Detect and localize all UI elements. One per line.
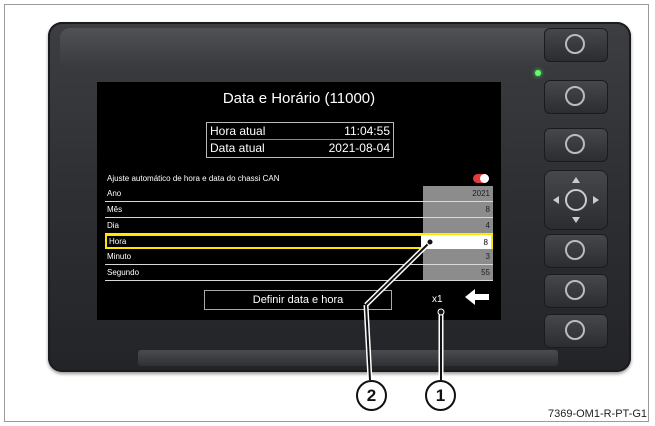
current-time-label: Hora atual	[210, 124, 266, 138]
circle-icon	[565, 34, 585, 54]
softkey-6[interactable]	[544, 314, 608, 348]
auto-adjust-toggle[interactable]	[473, 174, 489, 183]
field-label-segundo: Segundo	[107, 268, 140, 277]
current-date-value: 2021-08-04	[328, 141, 390, 155]
figure-reference: 7369-OM1-R-PT-G1	[547, 408, 647, 420]
auto-adjust-row[interactable]: Ajuste automático de hora e data do chas…	[105, 173, 493, 185]
field-row-segundo[interactable]: Segundo 55	[105, 265, 493, 281]
callout-1: 1	[425, 380, 456, 411]
auto-adjust-label: Ajuste automático de hora e data do chas…	[107, 174, 280, 183]
circle-icon	[565, 86, 585, 106]
current-time-row: Hora atual 11:04:55	[210, 123, 390, 140]
field-row-ano[interactable]: Ano 2021	[105, 186, 493, 202]
screen-title: Data e Horário (11000)	[222, 90, 376, 107]
current-time-box: Hora atual 11:04:55 Data atual 2021-08-0…	[206, 122, 394, 158]
field-label-hora: Hora	[109, 237, 127, 246]
circle-icon	[565, 280, 585, 300]
softkey-5[interactable]	[544, 274, 608, 308]
current-time-value: 11:04:55	[344, 124, 390, 138]
field-value-mes[interactable]: 8	[423, 202, 493, 217]
set-datetime-button[interactable]: Definir data e hora	[204, 290, 392, 310]
field-value-minuto[interactable]: 3	[423, 249, 493, 264]
softkey-2[interactable]	[544, 80, 608, 114]
display-screen: Data e Horário (11000) Hora atual 11:04:…	[97, 82, 501, 320]
toggle-knob	[480, 174, 489, 183]
circle-icon	[565, 240, 585, 260]
side-button-column	[520, 24, 628, 370]
field-row-mes[interactable]: Mês 8	[105, 202, 493, 218]
softkey-4[interactable]	[544, 234, 608, 268]
datetime-fields: Ano 2021 Mês 8 Dia 4 Hora 8 Minuto 3 Seg…	[105, 186, 493, 281]
current-date-label: Data atual	[210, 141, 265, 155]
bezel-shine	[60, 28, 560, 68]
callout-2: 2	[356, 380, 387, 411]
navigation-dpad[interactable]	[544, 170, 608, 230]
circle-icon	[565, 134, 585, 154]
field-value-dia[interactable]: 4	[423, 218, 493, 233]
field-label-ano: Ano	[107, 189, 122, 198]
softkey-3[interactable]	[544, 128, 608, 162]
field-row-dia[interactable]: Dia 4	[105, 218, 493, 234]
field-label-minuto: Minuto	[107, 252, 132, 261]
bezel-bottom-band	[138, 350, 558, 366]
field-row-hora[interactable]: Hora 8	[105, 234, 493, 250]
field-label-dia: Dia	[107, 221, 120, 230]
circle-icon	[565, 320, 585, 340]
arrow-left-icon[interactable]	[465, 289, 489, 305]
field-value-segundo[interactable]: 55	[423, 265, 493, 280]
field-row-minuto[interactable]: Minuto 3	[105, 249, 493, 265]
current-date-row: Data atual 2021-08-04	[210, 140, 390, 156]
softkey-1[interactable]	[544, 28, 608, 62]
field-value-hora[interactable]: 8	[421, 235, 491, 250]
field-label-mes: Mês	[107, 205, 123, 214]
field-value-ano[interactable]: 2021	[423, 186, 493, 201]
step-multiplier[interactable]: x1	[432, 294, 443, 305]
dpad-icon	[553, 177, 599, 223]
